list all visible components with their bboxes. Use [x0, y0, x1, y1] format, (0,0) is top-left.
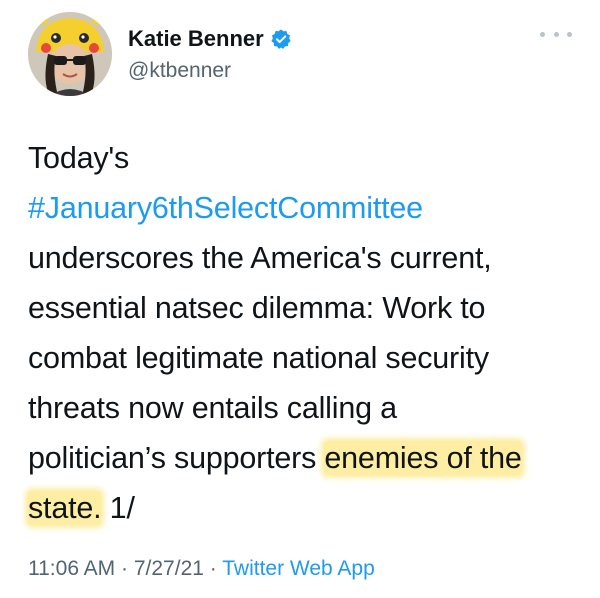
tweet-text: Today's #January6thSelectCommittee under… — [28, 133, 583, 533]
tweet-source-link[interactable]: Twitter Web App — [222, 557, 375, 580]
highlighted-text: enemies of the — [324, 441, 522, 475]
highlighted-text: state. — [28, 491, 102, 525]
meta-separator: · — [209, 557, 217, 580]
tweet-line: state. 1/ — [28, 483, 583, 533]
tweet-line: essential natsec dilemma: Work to — [28, 291, 486, 325]
more-dot — [567, 31, 572, 37]
more-dot — [540, 31, 545, 37]
display-name[interactable]: Katie Benner — [128, 26, 292, 52]
tweet-header: Katie Benner @ktbenner — [0, 0, 600, 110]
avatar-image — [28, 12, 112, 96]
display-name-text: Katie Benner — [128, 26, 264, 51]
more-dot — [553, 31, 559, 37]
tweet-line: combat legitimate national security — [28, 341, 489, 375]
tweet-line: politician’s supporters enemies of the — [28, 433, 583, 483]
avatar[interactable] — [28, 12, 112, 96]
hashtag-link[interactable]: #January6thSelectCommittee — [28, 183, 583, 233]
tweet-text-plain: politician’s supporters — [28, 441, 325, 475]
meta-separator: · — [121, 557, 129, 580]
tweet-metadata: 11:06 AM · 7/27/21 · Twitter Web App — [28, 555, 375, 583]
tweet-line: underscores the America's current, — [28, 241, 492, 275]
more-options-icon[interactable] — [540, 26, 572, 42]
tweet-line: threats now entails calling a — [28, 391, 397, 425]
tweet-time[interactable]: 11:06 AM — [28, 557, 115, 580]
tweet-line: Today's — [28, 141, 130, 175]
user-handle[interactable]: @ktbenner — [128, 58, 231, 84]
tweet-date[interactable]: 7/27/21 — [134, 557, 204, 580]
verified-badge-icon — [270, 28, 292, 50]
tweet-text-plain: 1/ — [101, 491, 135, 525]
